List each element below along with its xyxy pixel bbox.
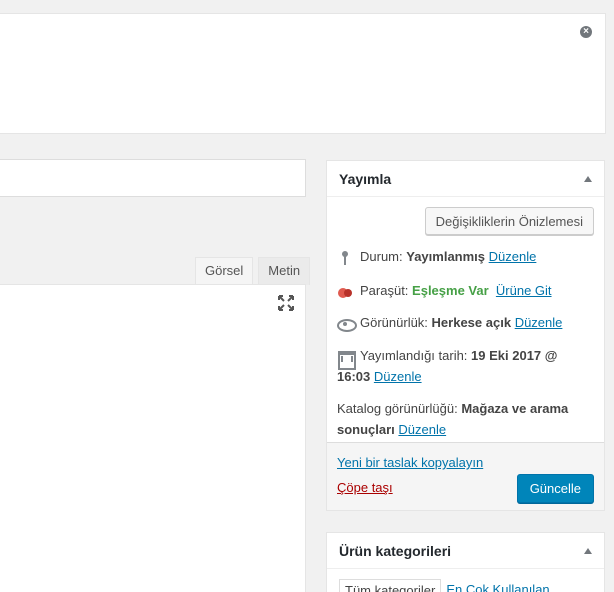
collapse-toggle-icon[interactable] [584,175,592,182]
collapse-toggle-icon[interactable] [584,547,592,554]
preview-changes-button[interactable]: Değişikliklerin Önizlemesi [424,207,594,235]
trash-link[interactable]: Çöpe taşı [337,480,393,495]
tab-visual[interactable]: Görsel [195,257,254,285]
categories-box-title: Ürün kategorileri [339,542,452,559]
calendar-icon [337,349,356,370]
visibility-edit-link[interactable]: Düzenle [515,315,563,330]
parasut-row: Paraşüt: Eşleşme Var Ürüne Git [337,280,597,301]
editor-toolbar [0,284,306,352]
publishing-actions: Yeni bir taslak kopyalayın Çöpe taşı Gün… [327,442,604,510]
publish-box-header[interactable]: Yayımla [327,161,604,197]
publish-box-title: Yayımla [339,170,392,187]
post-title-input[interactable] [0,159,306,197]
editor-content-area[interactable] [0,351,306,592]
visibility-row: Görünürlük: Herkese açık Düzenle [337,312,597,333]
copy-draft-link[interactable]: Yeni bir taslak kopyalayın [337,455,483,470]
categories-box-header[interactable]: Ürün kategorileri [327,533,604,569]
status-row: Durum: Yayımlanmış Düzenle [337,246,597,267]
pin-icon [337,250,354,265]
notice-box [0,13,606,134]
catalog-visibility-row: Katalog görünürlüğü: Mağaza ve arama son… [337,401,569,437]
close-icon[interactable]: × [580,26,592,38]
update-button[interactable]: Güncelle [516,474,594,503]
tab-most-used[interactable]: En Çok Kullanılan [441,579,554,592]
go-to-product-link[interactable]: Ürüne Git [496,283,552,298]
parasut-status: Eşleşme Var [412,283,489,298]
eye-icon [337,317,357,332]
published-date-row: Yayımlandığı tarih: 19 Eki 2017 @ 16:03 … [337,348,558,384]
status-edit-link[interactable]: Düzenle [489,249,537,264]
product-categories-box: Ürün kategorileri Tüm kategoriler En Çok… [326,532,605,592]
tab-text[interactable]: Metin [258,257,311,285]
category-tabs: Tüm kategoriler En Çok Kullanılan [339,579,555,592]
editor-tabs: Görsel Metin [190,257,311,285]
date-edit-link[interactable]: Düzenle [374,369,422,384]
fullscreen-icon[interactable] [277,294,295,312]
publish-box: Yayımla Değişikliklerin Önizlemesi Durum… [326,160,605,511]
parasut-logo-icon [338,287,352,298]
catalog-edit-link[interactable]: Düzenle [398,422,446,437]
tab-all-categories[interactable]: Tüm kategoriler [339,579,442,592]
